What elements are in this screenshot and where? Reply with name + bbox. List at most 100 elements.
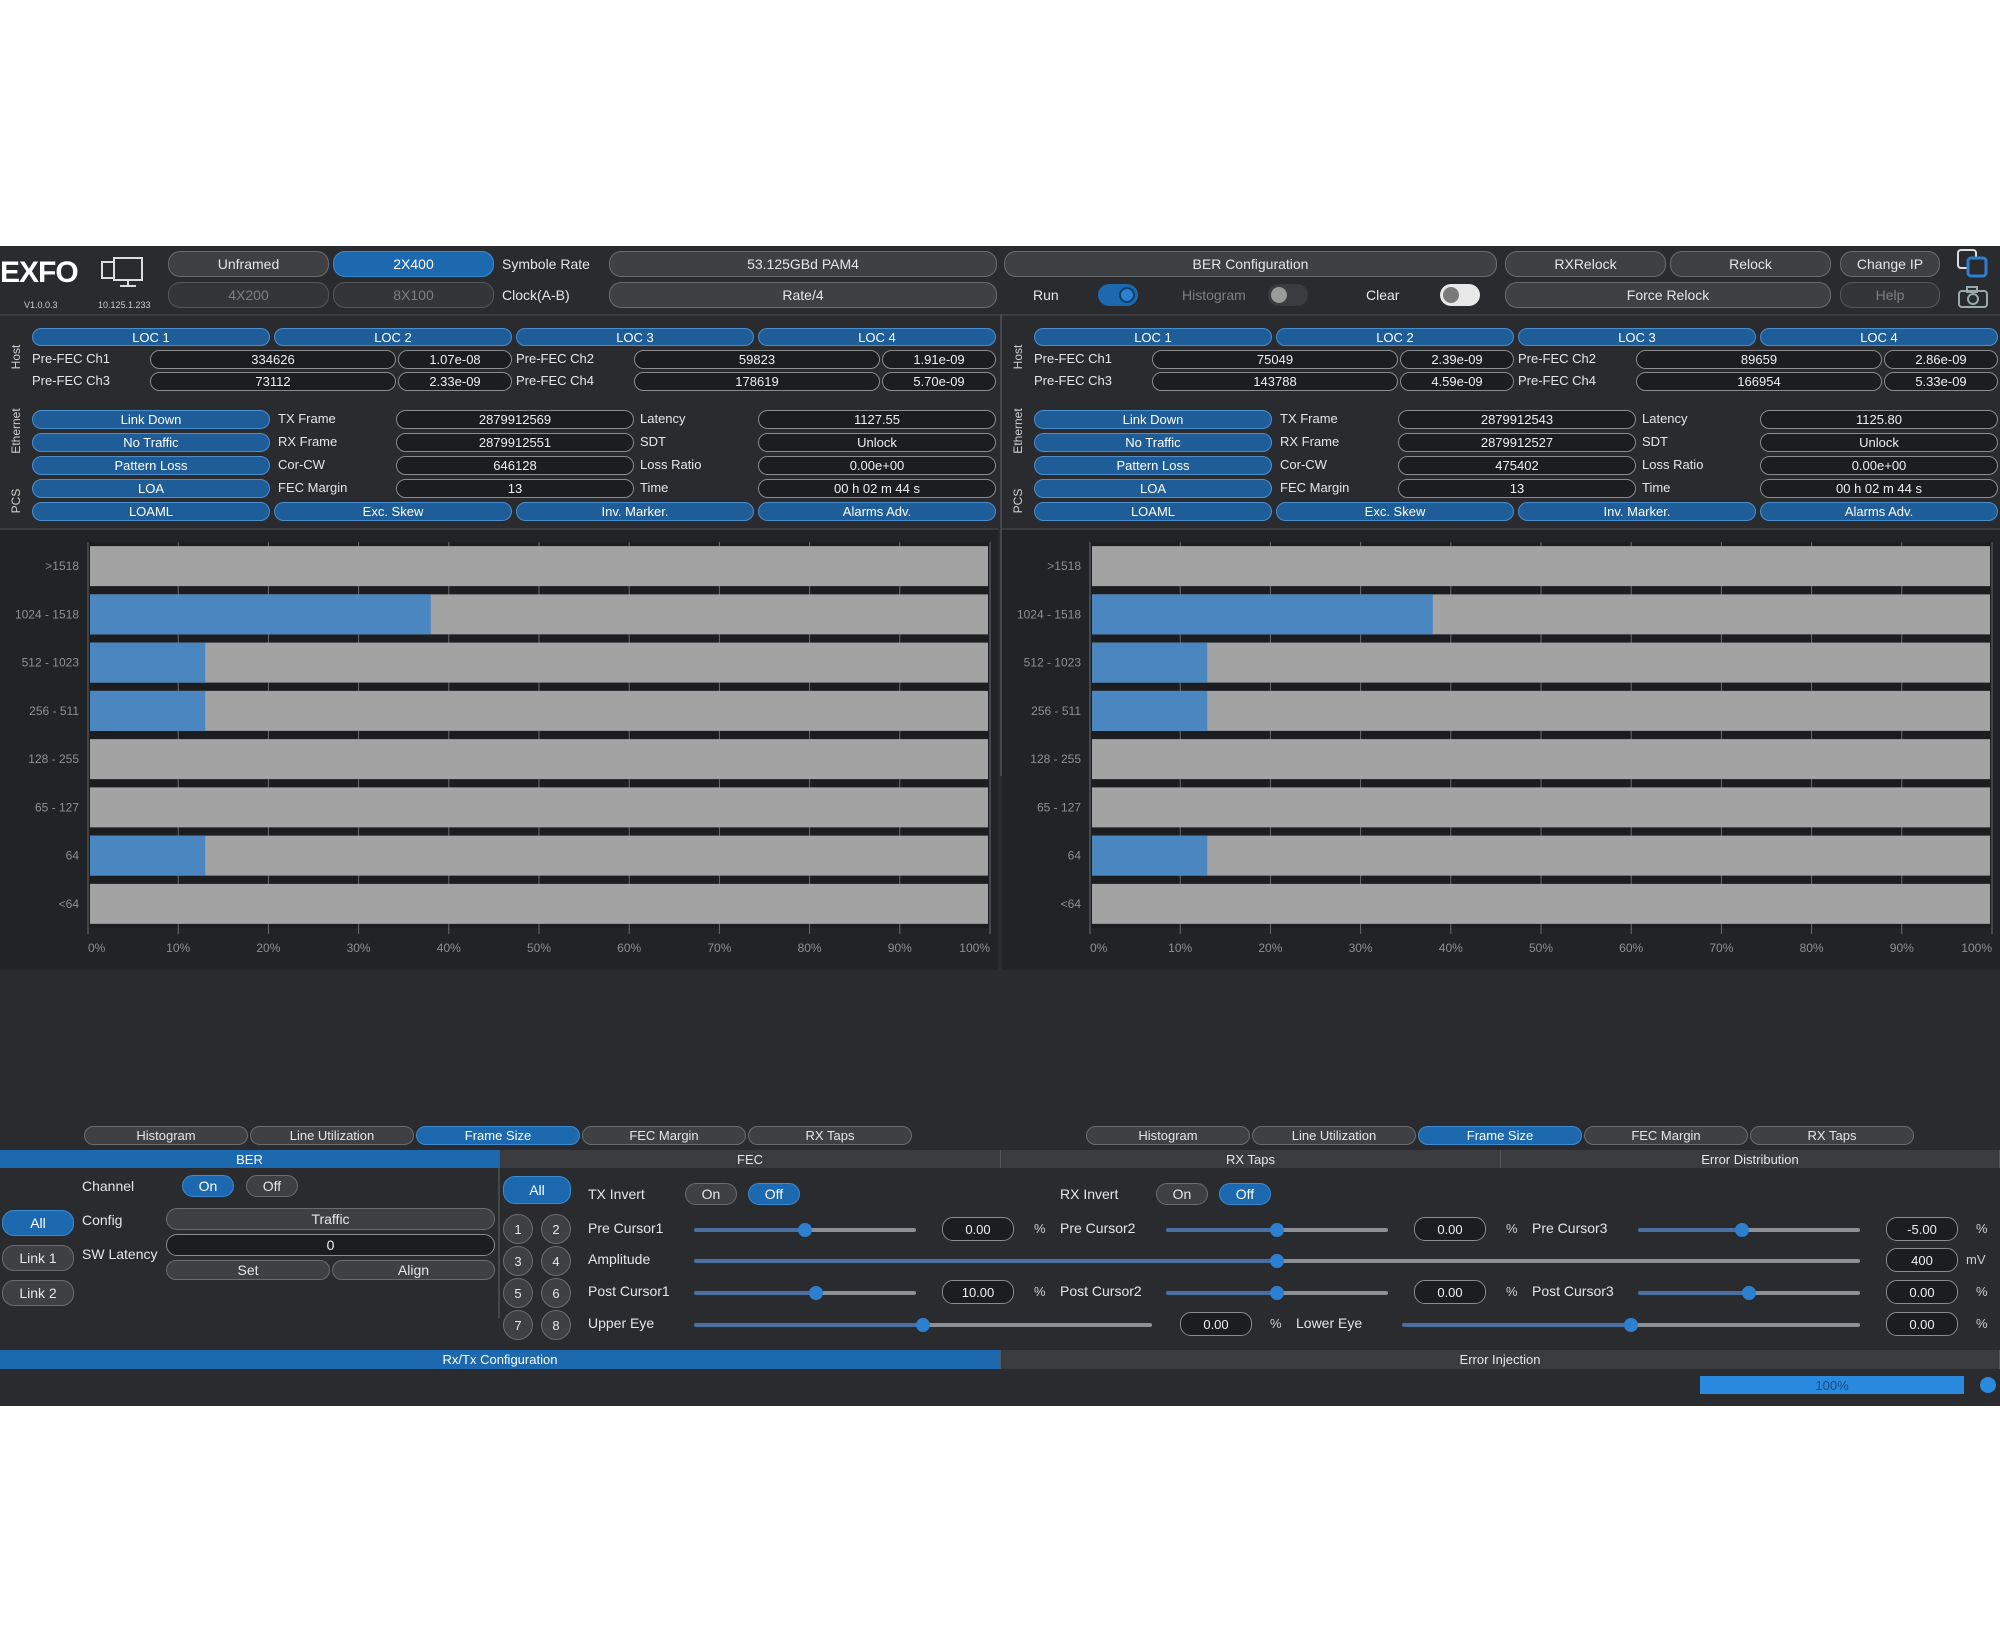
upper-eye-value-field[interactable]: 0.00 [1180, 1312, 1252, 1336]
lower-eye-value-field[interactable]: 0.00 [1886, 1312, 1958, 1336]
pre-cursor1-slider[interactable] [694, 1223, 916, 1237]
category-label: >1518 [1047, 559, 1081, 573]
stat-value: 00 h 02 m 44 s [758, 479, 996, 498]
lane-all-button[interactable]: All [503, 1176, 571, 1204]
lane-7-button[interactable]: 7 [503, 1310, 533, 1340]
rx-invert-on-button[interactable]: On [1156, 1183, 1208, 1205]
align-button[interactable]: Align [332, 1260, 495, 1280]
link-all-button[interactable]: All [2, 1210, 74, 1236]
mode-4x200-button[interactable]: 4X200 [168, 282, 329, 308]
slider-thumb[interactable] [1742, 1286, 1756, 1300]
pre-cursor3-slider[interactable] [1638, 1223, 1860, 1237]
link-2-button[interactable]: Link 2 [2, 1280, 74, 1306]
camera-icon[interactable] [1958, 286, 1988, 308]
lane-3-button[interactable]: 3 [503, 1246, 533, 1276]
slider-thumb[interactable] [1624, 1318, 1638, 1332]
tab-fec[interactable]: FEC [500, 1150, 1001, 1168]
chart-tab-rx-taps[interactable]: RX Taps [748, 1126, 912, 1145]
post-cursor1-slider[interactable] [694, 1286, 916, 1300]
histogram-toggle[interactable] [1268, 284, 1308, 306]
tx-invert-label: TX Invert [588, 1186, 645, 1202]
x-tick-label: 10% [1168, 941, 1192, 955]
mode-8x100-button[interactable]: 8X100 [333, 282, 494, 308]
post-cursor2-slider[interactable] [1166, 1286, 1388, 1300]
channel-off-button[interactable]: Off [246, 1175, 298, 1197]
post-cursor2-value-field[interactable]: 0.00 [1414, 1280, 1486, 1304]
stat-value: 646128 [396, 456, 634, 475]
upper-eye-slider[interactable] [694, 1318, 1152, 1332]
frame-size-chart-svg: 0% 10% 20% 30% 40% 50% 60% 70% 80% 90% 100% >1518 10… [1017, 542, 1993, 955]
lane-6-button[interactable]: 6 [541, 1278, 571, 1308]
post-cursor3-slider[interactable] [1638, 1286, 1860, 1300]
slider-thumb[interactable] [809, 1286, 824, 1300]
pre-cursor2-value-field[interactable]: 0.00 [1414, 1217, 1486, 1241]
rxrelock-button[interactable]: RXRelock [1505, 251, 1666, 277]
rx-invert-off-button[interactable]: Off [1219, 1183, 1271, 1205]
ber-configuration-button[interactable]: BER Configuration [1004, 251, 1497, 277]
tab-rx-taps[interactable]: RX Taps [1001, 1150, 1501, 1168]
lane-1-button[interactable]: 1 [503, 1214, 533, 1244]
channel-on-button[interactable]: On [182, 1175, 234, 1197]
slider-thumb[interactable] [798, 1223, 812, 1237]
category-label: 256 - 511 [29, 704, 79, 718]
tx-invert-on-button[interactable]: On [685, 1183, 737, 1205]
chart-tab-histogram[interactable]: Histogram [84, 1126, 248, 1145]
alarm-loa-indicator: LOA [32, 479, 270, 498]
sw-latency-field[interactable]: 0 [166, 1234, 495, 1256]
x-tick-label: 70% [1709, 941, 1733, 955]
tab-error-injection[interactable]: Error Injection [1001, 1350, 2000, 1369]
post-cursor1-value-field[interactable]: 10.00 [942, 1280, 1014, 1304]
pre-fec-ch1-ber: 2.39e-09 [1400, 350, 1514, 369]
tab-ber[interactable]: BER [0, 1150, 500, 1168]
chart-tab-frame-size[interactable]: Frame Size [416, 1126, 580, 1145]
lower-eye-slider[interactable] [1402, 1318, 1860, 1332]
clock-select[interactable]: Rate/4 [609, 282, 997, 308]
copy-icon[interactable] [1956, 248, 1990, 280]
config-select[interactable]: Traffic [166, 1208, 495, 1230]
chart-tab-fec-margin[interactable]: FEC Margin [582, 1126, 746, 1145]
post-cursor3-value-field[interactable]: 0.00 [1886, 1280, 1958, 1304]
help-button[interactable]: Help [1840, 282, 1940, 308]
force-relock-button[interactable]: Force Relock [1505, 282, 1831, 308]
chart-tab-rx-taps[interactable]: RX Taps [1750, 1126, 1914, 1145]
amplitude-slider[interactable] [694, 1254, 1860, 1268]
link-1-button[interactable]: Link 1 [2, 1245, 74, 1271]
chart-tab-frame-size[interactable]: Frame Size [1418, 1126, 1582, 1145]
symbol-rate-select[interactable]: 53.125GBd PAM4 [609, 251, 997, 277]
bar-256-511 [1092, 690, 1208, 731]
run-label: Run [1033, 287, 1059, 303]
monitor-icon[interactable] [100, 256, 146, 290]
slider-thumb[interactable] [916, 1318, 930, 1332]
tab-error-distribution[interactable]: Error Distribution [1501, 1150, 2000, 1168]
mode-2x400-button[interactable]: 2X400 [333, 251, 494, 277]
relock-button[interactable]: Relock [1670, 251, 1831, 277]
clock-label: Clock(A-B) [502, 287, 570, 303]
lane-2-button[interactable]: 2 [541, 1214, 571, 1244]
lane-5-button[interactable]: 5 [503, 1278, 533, 1308]
slider-track [1749, 1291, 1860, 1295]
change-ip-button[interactable]: Change IP [1840, 251, 1940, 277]
pre-cursor1-value-field[interactable]: 0.00 [942, 1217, 1014, 1241]
mode-unframed-button[interactable]: Unframed [168, 251, 329, 277]
bar-256-511 [90, 690, 206, 731]
stat-label: Cor-CW [278, 457, 325, 472]
tx-invert-off-button[interactable]: Off [748, 1183, 800, 1205]
category-label: 1024 - 1518 [15, 607, 79, 621]
slider-thumb[interactable] [1270, 1254, 1284, 1268]
lane-8-button[interactable]: 8 [541, 1310, 571, 1340]
slider-thumb[interactable] [1270, 1223, 1284, 1237]
chart-tab-fec-margin[interactable]: FEC Margin [1584, 1126, 1748, 1145]
slider-thumb[interactable] [1270, 1286, 1284, 1300]
pre-cursor2-slider[interactable] [1166, 1223, 1388, 1237]
chart-tab-line-utilization[interactable]: Line Utilization [1252, 1126, 1416, 1145]
set-button[interactable]: Set [166, 1260, 330, 1280]
run-toggle[interactable] [1098, 284, 1138, 306]
lane-4-button[interactable]: 4 [541, 1246, 571, 1276]
tab-rx-tx-configuration[interactable]: Rx/Tx Configuration [0, 1350, 1001, 1369]
chart-tab-histogram[interactable]: Histogram [1086, 1126, 1250, 1145]
lower-eye-unit: % [1976, 1316, 1988, 1331]
chart-tab-line-utilization[interactable]: Line Utilization [250, 1126, 414, 1145]
clear-toggle[interactable] [1440, 284, 1480, 306]
pre-cursor3-value-field[interactable]: -5.00 [1886, 1217, 1958, 1241]
amplitude-value-field[interactable]: 400 [1886, 1248, 1958, 1272]
